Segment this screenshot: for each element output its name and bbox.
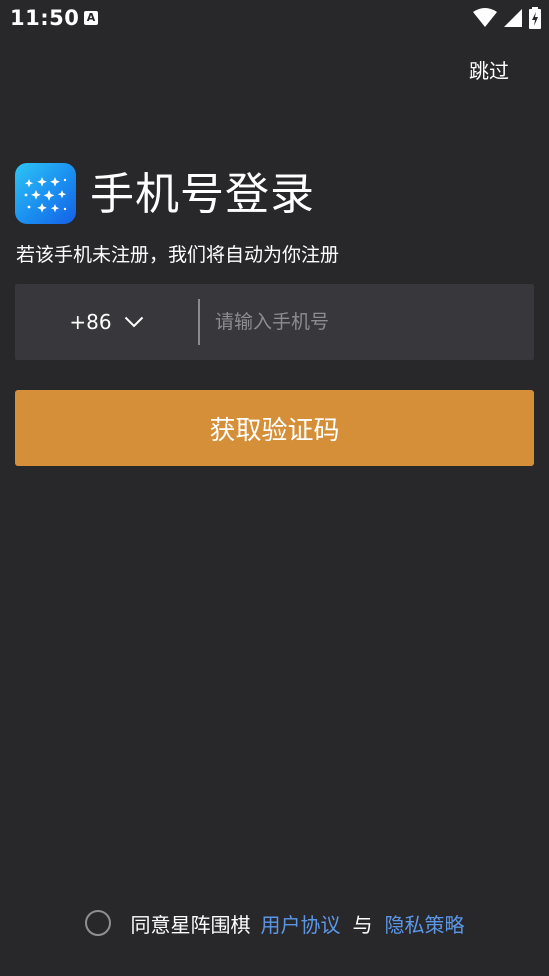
chevron-down-icon <box>124 316 143 328</box>
app-logo-icon <box>15 163 76 224</box>
agreement-row: 同意星阵围棋 用户协议 与 隐私策略 <box>0 905 549 941</box>
signal-icon <box>504 9 522 27</box>
user-agreement-link[interactable]: 用户协议 <box>261 909 341 938</box>
wifi-icon <box>473 8 497 27</box>
login-screen: 11:50 A 跳过 手机号登录 若该手机未注册，我们将自动为你注册 +86 请… <box>0 0 549 976</box>
status-icons <box>473 7 541 29</box>
register-hint: 若该手机未注册，我们将自动为你注册 <box>16 244 340 266</box>
star-pattern-icon <box>24 177 67 213</box>
page-title: 手机号登录 <box>90 169 315 220</box>
skip-button[interactable]: 跳过 <box>469 55 509 84</box>
notification-a-icon: A <box>84 11 98 25</box>
country-code-selector[interactable]: +86 <box>15 284 198 360</box>
country-code-label: +86 <box>69 310 112 334</box>
phone-input-row: +86 <box>15 284 534 360</box>
get-verification-code-button[interactable]: 获取验证码 <box>15 390 534 466</box>
agreement-and: 与 <box>352 912 373 937</box>
battery-charging-icon <box>529 7 541 29</box>
status-bar: 11:50 A <box>0 0 549 36</box>
agree-checkbox[interactable] <box>84 910 111 936</box>
status-time: 11:50 <box>10 6 80 30</box>
agreement-prefix: 同意星阵围棋 <box>130 912 251 937</box>
phone-number-input[interactable] <box>215 284 525 360</box>
privacy-policy-link[interactable]: 隐私策略 <box>385 909 465 938</box>
input-divider <box>198 299 200 345</box>
